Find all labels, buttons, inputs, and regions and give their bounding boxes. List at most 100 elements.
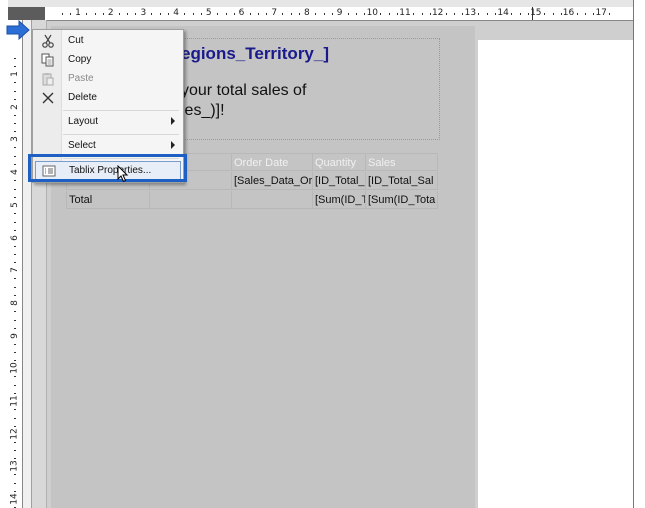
ruler-tick bbox=[462, 13, 464, 15]
tablix-header-order-date[interactable]: Order Date bbox=[232, 153, 313, 171]
left-frame bbox=[0, 0, 8, 508]
ruler-tick bbox=[192, 13, 194, 15]
ruler-tick bbox=[14, 385, 16, 386]
menu-separator bbox=[63, 134, 179, 135]
ruler-tick bbox=[249, 13, 251, 15]
ruler-tick bbox=[14, 229, 16, 231]
ruler-tick bbox=[511, 13, 513, 15]
tablix-detail-quantity[interactable]: [ID_Total_ bbox=[313, 172, 366, 190]
window-top-strip bbox=[0, 0, 645, 7]
ruler-tick bbox=[445, 13, 447, 15]
ruler-tick bbox=[364, 13, 366, 15]
ruler-tick bbox=[14, 310, 16, 312]
tablix-header-quantity[interactable]: Quantity bbox=[313, 153, 366, 171]
ruler-label: 5 bbox=[9, 201, 20, 208]
ruler-tick bbox=[413, 13, 414, 15]
ruler-tick bbox=[527, 13, 529, 15]
ruler-tick bbox=[14, 343, 16, 345]
report-title-expression: egions_Territory_] bbox=[181, 44, 330, 63]
ruler-label: 2 bbox=[9, 103, 20, 110]
ruler-label: 3 bbox=[9, 136, 20, 143]
ruler-label: 14 bbox=[9, 493, 20, 505]
ruler-label: 17 bbox=[595, 8, 607, 18]
ruler-tick bbox=[62, 13, 63, 15]
ruler-label: 3 bbox=[140, 8, 147, 18]
ruler-tick bbox=[127, 13, 129, 15]
ruler-tick bbox=[282, 13, 284, 15]
ruler-label: 7 bbox=[9, 267, 20, 274]
tablix-detail-order-date[interactable]: [Sales_Data_Or bbox=[232, 172, 313, 190]
ruler-tick bbox=[380, 13, 382, 15]
ruler-label: 10 bbox=[366, 8, 379, 18]
ruler-tick bbox=[14, 98, 16, 100]
ruler-tick bbox=[14, 458, 16, 460]
ruler-tick bbox=[14, 164, 16, 166]
tablix-total-quantity[interactable]: [Sum(ID_T bbox=[313, 191, 366, 209]
ruler-tick bbox=[290, 13, 292, 15]
paste-icon bbox=[40, 72, 56, 87]
ruler-label: 11 bbox=[399, 8, 411, 18]
menu-item-delete[interactable]: Delete bbox=[33, 89, 183, 108]
ruler-tick bbox=[70, 13, 71, 15]
ruler-label: 13 bbox=[9, 460, 20, 473]
ruler-label: 10 bbox=[9, 362, 20, 375]
menu-separator bbox=[63, 110, 179, 111]
blue-arrow-icon bbox=[6, 20, 30, 40]
ruler-tick bbox=[14, 393, 16, 394]
ruler-tick bbox=[160, 13, 162, 15]
right-frame bbox=[633, 0, 645, 508]
ruler-tick bbox=[200, 13, 202, 15]
ruler-tick bbox=[14, 66, 16, 67]
ruler-label: 13 bbox=[464, 8, 477, 18]
ruler-label: 11 bbox=[9, 395, 20, 407]
ruler-tick bbox=[347, 13, 349, 15]
ruler-tick bbox=[397, 13, 398, 15]
ruler-tick bbox=[14, 196, 16, 198]
ruler-tick bbox=[14, 376, 16, 378]
ruler-label: 8 bbox=[304, 8, 310, 18]
ruler-tick bbox=[14, 123, 16, 125]
ruler-tick bbox=[14, 262, 16, 264]
ruler-gap bbox=[23, 20, 31, 508]
menu-item-layout[interactable]: Layout bbox=[33, 113, 183, 132]
submenu-arrow-icon bbox=[171, 117, 175, 125]
ruler-tick bbox=[14, 491, 16, 493]
ruler-tick bbox=[14, 294, 16, 296]
ruler-label: 1 bbox=[75, 8, 81, 18]
tablix-header-sales[interactable]: Sales bbox=[366, 153, 438, 171]
ruler-tick bbox=[14, 441, 16, 443]
ruler-tick bbox=[14, 114, 16, 116]
ruler-label: 4 bbox=[173, 8, 179, 18]
ruler-tick bbox=[14, 360, 16, 362]
tablix-total-sales[interactable]: [Sum(ID_Tota bbox=[366, 191, 438, 209]
ruler-label: 12 bbox=[9, 427, 20, 440]
ruler-label: 6 bbox=[9, 234, 20, 241]
ruler-label: 2 bbox=[107, 8, 114, 18]
page-margin-area bbox=[478, 40, 633, 508]
menu-item-label: Delete bbox=[68, 92, 97, 103]
tablix-total-label[interactable]: Total bbox=[66, 191, 150, 209]
ruler-label: 6 bbox=[238, 8, 245, 18]
tablix-cell[interactable] bbox=[232, 191, 313, 209]
ruler-label: 14 bbox=[497, 8, 509, 18]
ruler-label: 12 bbox=[431, 8, 444, 18]
ruler-tick bbox=[585, 13, 587, 15]
menu-item-copy[interactable]: Copy bbox=[33, 51, 183, 70]
ruler-label: 7 bbox=[271, 8, 278, 18]
tablix-detail-sales[interactable]: [ID_Total_Sal bbox=[366, 172, 438, 190]
ruler-tick bbox=[14, 278, 16, 280]
menu-item-label: Layout bbox=[68, 116, 99, 127]
ruler-tick bbox=[593, 13, 595, 15]
ruler-tick bbox=[14, 188, 16, 190]
ruler-tick bbox=[560, 13, 562, 15]
ruler-label: 15 bbox=[530, 8, 542, 18]
ruler-label: 1 bbox=[9, 71, 20, 77]
report-message-line-1: your total sales of bbox=[181, 82, 307, 99]
tablix-cell[interactable] bbox=[150, 191, 232, 209]
menu-item-paste[interactable]: Paste bbox=[33, 70, 183, 89]
ruler-tick bbox=[14, 58, 16, 59]
delete-x-icon bbox=[40, 91, 56, 106]
ruler-tick bbox=[331, 13, 333, 15]
ruler-tick bbox=[14, 417, 16, 419]
menu-item-cut[interactable]: Cut bbox=[33, 32, 183, 51]
